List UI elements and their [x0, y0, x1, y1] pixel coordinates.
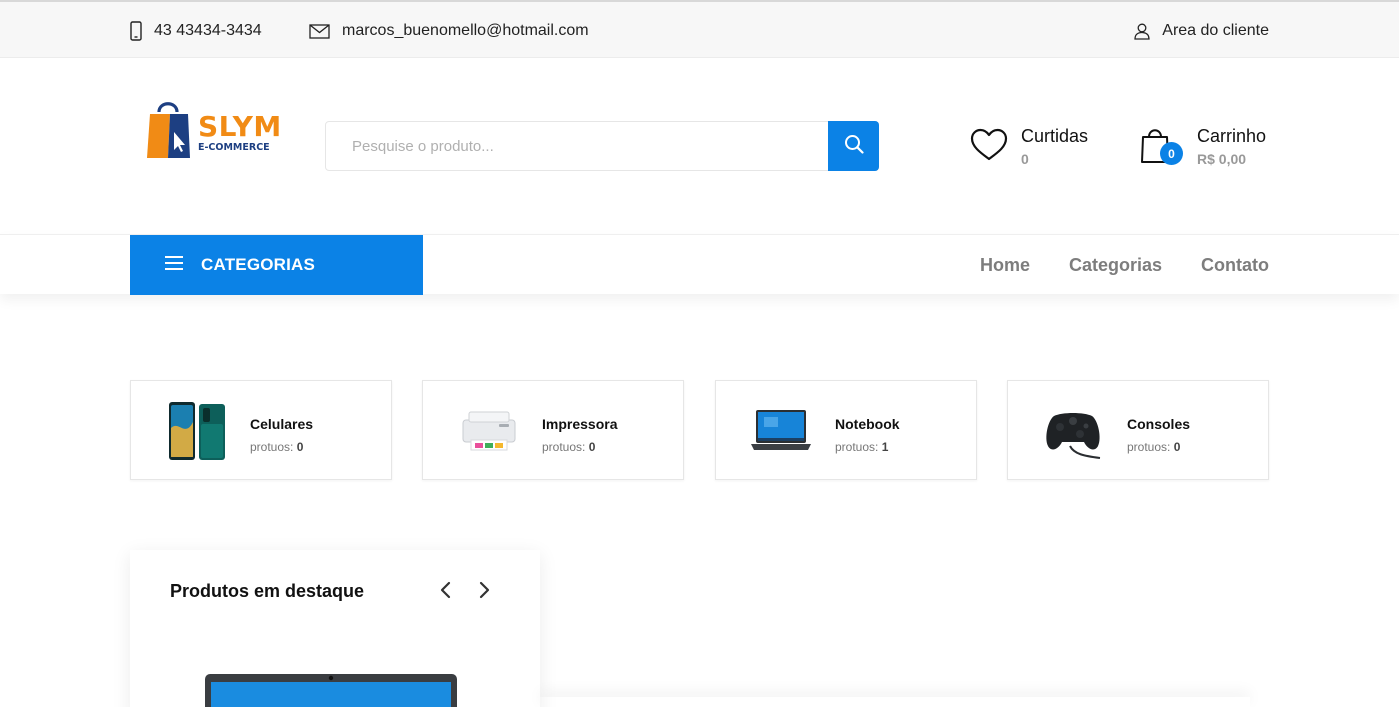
- cart-count-badge: 0: [1160, 142, 1183, 165]
- content-shadow: [540, 697, 1250, 707]
- category-count: protuos: 0: [1127, 440, 1181, 454]
- category-count: protuos: 0: [542, 440, 596, 454]
- category-cards: Celulares protuos: 0 Impressora protuos:…: [130, 380, 1270, 480]
- search-button[interactable]: [828, 121, 879, 171]
- cart-total: R$ 0,00: [1197, 151, 1247, 167]
- categories-menu-button[interactable]: CATEGORIAS: [130, 235, 423, 295]
- category-card-impressora[interactable]: Impressora protuos: 0: [422, 380, 684, 480]
- search-icon: [844, 134, 864, 159]
- contact-email[interactable]: marcos_buenomello@hotmail.com: [309, 20, 589, 42]
- category-card-notebook[interactable]: Notebook protuos: 1: [715, 380, 977, 480]
- controller-image: [1046, 413, 1101, 459]
- category-name: Celulares: [250, 416, 314, 432]
- category-name: Notebook: [835, 416, 900, 432]
- top-bar: 43 43434-3434 marcos_buenomello@hotmail.…: [0, 0, 1399, 58]
- client-area-label[interactable]: Area do cliente: [1162, 22, 1269, 40]
- logo-brand: SLYM: [198, 110, 282, 143]
- featured-product-image[interactable]: [205, 672, 457, 707]
- user-icon: [1134, 23, 1150, 40]
- hamburger-icon: [165, 255, 183, 275]
- nav-links: Home Categorias Contato: [941, 235, 1269, 295]
- category-count: protuos: 0: [250, 440, 304, 454]
- category-card-consoles[interactable]: Consoles protuos: 0: [1007, 380, 1269, 480]
- printer-image: [462, 411, 516, 451]
- category-card-celulares[interactable]: Celulares protuos: 0: [130, 380, 392, 480]
- cart-label: Carrinho: [1197, 126, 1267, 146]
- category-name: Consoles: [1127, 416, 1191, 432]
- category-count: protuos: 1: [835, 440, 889, 454]
- nav-link-home[interactable]: Home: [980, 255, 1030, 276]
- email-address[interactable]: marcos_buenomello@hotmail.com: [342, 22, 589, 40]
- mail-icon: [309, 23, 330, 39]
- likes-label: Curtidas: [1021, 126, 1089, 146]
- laptop-image: [751, 410, 811, 450]
- site-logo[interactable]: SLYM E-COMMERCE: [146, 98, 286, 160]
- search-input[interactable]: [326, 122, 829, 170]
- phone-icon: [130, 21, 142, 41]
- chevron-left-icon[interactable]: [436, 580, 456, 600]
- phone-number: 43 43434-3434: [154, 22, 262, 39]
- client-area-link[interactable]: Area do cliente: [1134, 20, 1269, 42]
- featured-products-panel: Produtos em destaque: [130, 550, 540, 707]
- search-bar: [325, 121, 879, 171]
- logo-tagline: E-COMMERCE: [198, 142, 270, 153]
- main-nav: CATEGORIAS Home Categorias Contato: [0, 234, 1399, 295]
- contact-phone: 43 43434-3434: [130, 20, 262, 42]
- phone-image: [169, 402, 225, 460]
- shopping-bag-logo-icon: [147, 102, 190, 158]
- nav-link-contato[interactable]: Contato: [1201, 255, 1269, 276]
- categories-menu-label: CATEGORIAS: [201, 255, 316, 274]
- heart-icon: [970, 128, 1008, 167]
- likes-count: 0: [1021, 151, 1029, 167]
- chevron-right-icon[interactable]: [474, 580, 494, 600]
- nav-link-categorias[interactable]: Categorias: [1069, 255, 1162, 276]
- featured-title: Produtos em destaque: [170, 581, 365, 601]
- category-name: Impressora: [542, 416, 618, 432]
